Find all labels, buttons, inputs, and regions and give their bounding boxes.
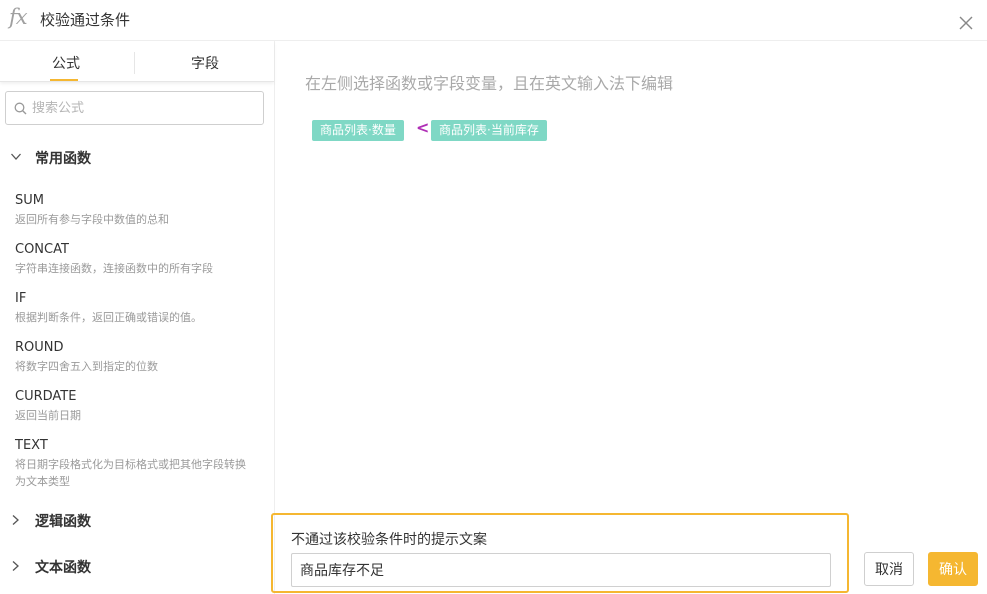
function-desc: 根据判断条件，返回正确或错误的值。	[15, 311, 202, 324]
search-input[interactable]	[32, 97, 257, 119]
function-name: ROUND	[15, 340, 64, 355]
tab-formula[interactable]: 公式	[52, 53, 80, 73]
function-desc: 将数字四舍五入到指定的位数	[15, 360, 158, 373]
group-label: 文本函数	[35, 560, 91, 576]
dialog-header: fx 校验通过条件	[0, 0, 987, 41]
search-box	[5, 91, 264, 125]
editor-hint: 在左侧选择函数或字段变量，且在英文输入法下编辑	[305, 74, 674, 93]
comparison-operator: <	[416, 118, 430, 137]
function-name: SUM	[15, 193, 44, 208]
function-name: IF	[15, 291, 27, 306]
function-item-concat[interactable]: CONCAT 字符串连接函数，连接函数中的所有字段	[15, 241, 265, 277]
group-label: 常用函数	[35, 151, 91, 167]
function-item-sum[interactable]: SUM 返回所有参与字段中数值的总和	[15, 192, 265, 228]
failure-message-label: 不通过该校验条件时的提示文案	[291, 532, 487, 548]
function-name: CONCAT	[15, 242, 69, 257]
cancel-button[interactable]: 取消	[864, 552, 914, 586]
function-item-if[interactable]: IF 根据判断条件，返回正确或错误的值。	[15, 290, 265, 326]
confirm-button[interactable]: 确认	[928, 552, 978, 586]
dialog-title: 校验通过条件	[40, 11, 131, 29]
search-icon	[14, 102, 27, 115]
function-desc: 将日期字段格式化为目标格式或把其他字段转换为文本类型	[15, 458, 246, 488]
failure-message-section: 不通过该校验条件时的提示文案	[271, 513, 849, 593]
function-desc: 返回当前日期	[15, 409, 81, 422]
sidebar-tabs: 公式 字段	[0, 41, 274, 82]
close-icon[interactable]	[957, 14, 975, 32]
function-name: TEXT	[15, 438, 48, 453]
active-tab-indicator	[50, 79, 78, 81]
field-chip-current-stock[interactable]: 商品列表·当前库存	[431, 120, 547, 141]
function-item-round[interactable]: ROUND 将数字四舍五入到指定的位数	[15, 339, 265, 375]
chevron-right-icon	[12, 561, 19, 571]
function-sidebar: 公式 字段 常用函数 SUM 返回所有参与字段中数值的总和 CONCAT 字符串…	[0, 41, 275, 594]
chevron-right-icon	[12, 515, 19, 525]
chevron-down-icon	[11, 153, 21, 160]
failure-message-input[interactable]	[291, 553, 831, 587]
function-item-curdate[interactable]: CURDATE 返回当前日期	[15, 388, 265, 424]
tab-divider	[134, 52, 135, 74]
field-chip-quantity[interactable]: 商品列表·数量	[312, 120, 404, 141]
function-desc: 返回所有参与字段中数值的总和	[15, 213, 169, 226]
fx-icon: fx	[9, 5, 28, 29]
function-item-text[interactable]: TEXT 将日期字段格式化为目标格式或把其他字段转换为文本类型	[15, 437, 247, 490]
tab-fields[interactable]: 字段	[191, 53, 219, 73]
function-desc: 字符串连接函数，连接函数中的所有字段	[15, 262, 213, 275]
function-name: CURDATE	[15, 389, 77, 404]
group-label: 逻辑函数	[35, 514, 91, 530]
